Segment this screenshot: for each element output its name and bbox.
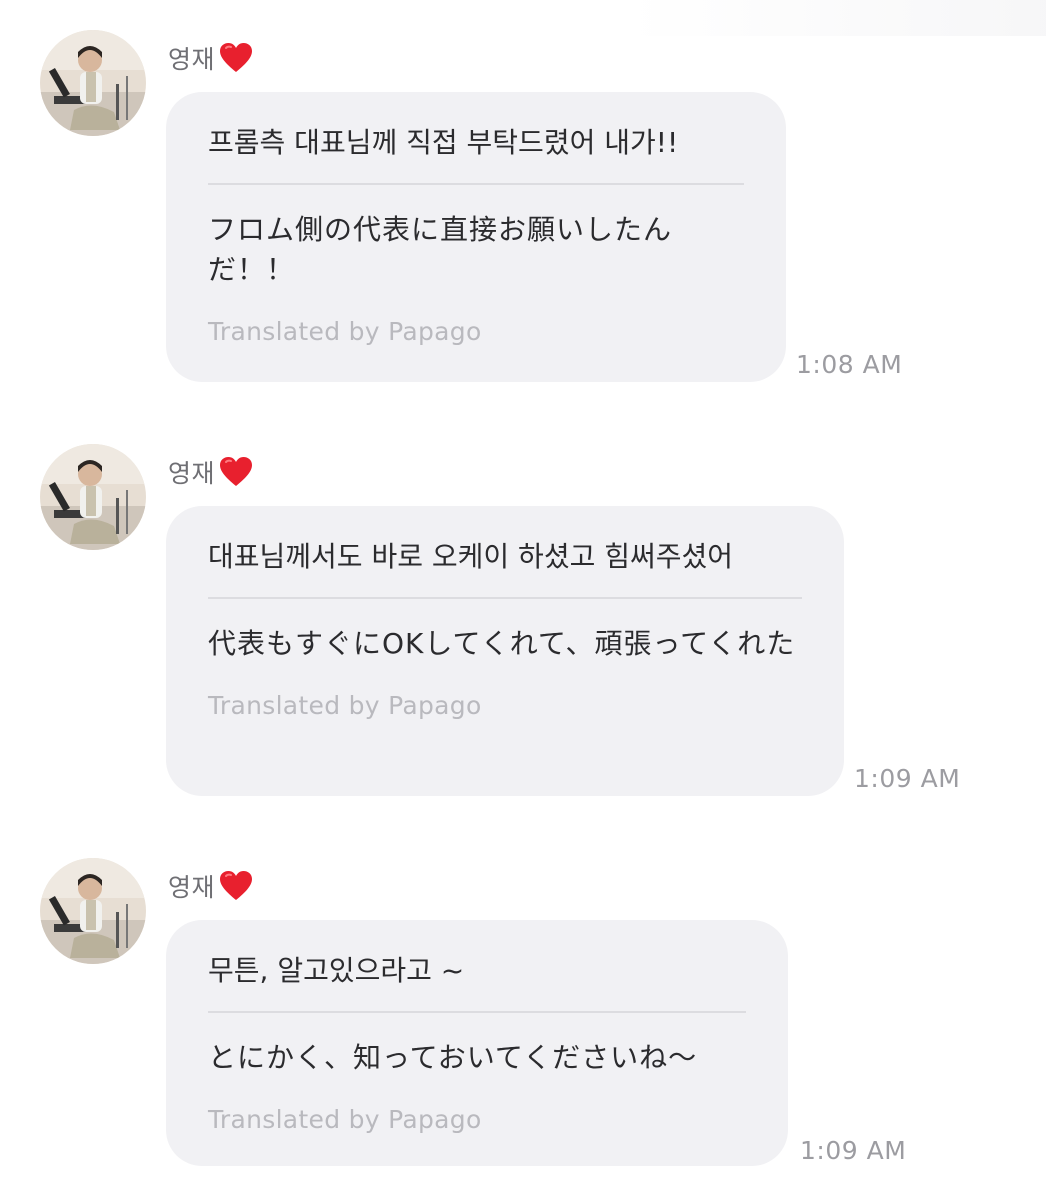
- timestamp: 1:09 AM: [854, 764, 961, 793]
- translated-text: とにかく、知っておいてくださいね〜: [208, 1041, 698, 1074]
- sender: 영재: [168, 866, 253, 906]
- sender: 영재: [168, 452, 253, 492]
- message-bubble[interactable]: 프롬측 대표님께 직접 부탁드렸어 내가!! フロム側の代表に直接お願いしたんだ…: [166, 92, 786, 382]
- red-heart-icon: [219, 870, 253, 902]
- translated-text: 代表もすぐにOKしてくれて、頑張ってくれた: [208, 627, 796, 660]
- original-text: 대표님께서도 바로 오케이 하셨고 힘써주셨어: [208, 540, 734, 573]
- translated-text: フロム側の代表に直接お願いしたんだ！！: [208, 213, 673, 286]
- sender-name: 영재: [168, 873, 216, 902]
- original-text: 프롬측 대표님께 직접 부탁드렸어 내가!!: [208, 126, 679, 159]
- timestamp: 1:09 AM: [800, 1136, 907, 1165]
- avatar[interactable]: [40, 30, 146, 136]
- red-heart-icon: [219, 456, 253, 488]
- original-text: 무튼, 알고있으라고 ~: [208, 954, 465, 987]
- divider: [208, 1011, 746, 1013]
- divider: [208, 597, 802, 599]
- translated-by-label: Translated by Papago: [208, 691, 482, 720]
- sender: 영재: [168, 38, 253, 78]
- message-bubble[interactable]: 대표님께서도 바로 오케이 하셨고 힘써주셨어 代表もすぐにOKしてくれて、頑張…: [166, 506, 844, 796]
- avatar[interactable]: [40, 858, 146, 964]
- sender-name: 영재: [168, 45, 216, 74]
- top-edge-shade: [0, 0, 1046, 36]
- translated-by-label: Translated by Papago: [208, 317, 482, 346]
- divider: [208, 183, 744, 185]
- red-heart-icon: [219, 42, 253, 74]
- message-bubble[interactable]: 무튼, 알고있으라고 ~ とにかく、知っておいてくださいね〜 Translate…: [166, 920, 788, 1166]
- avatar[interactable]: [40, 444, 146, 550]
- timestamp: 1:08 AM: [796, 350, 903, 379]
- sender-name: 영재: [168, 459, 216, 488]
- translated-by-label: Translated by Papago: [208, 1105, 482, 1134]
